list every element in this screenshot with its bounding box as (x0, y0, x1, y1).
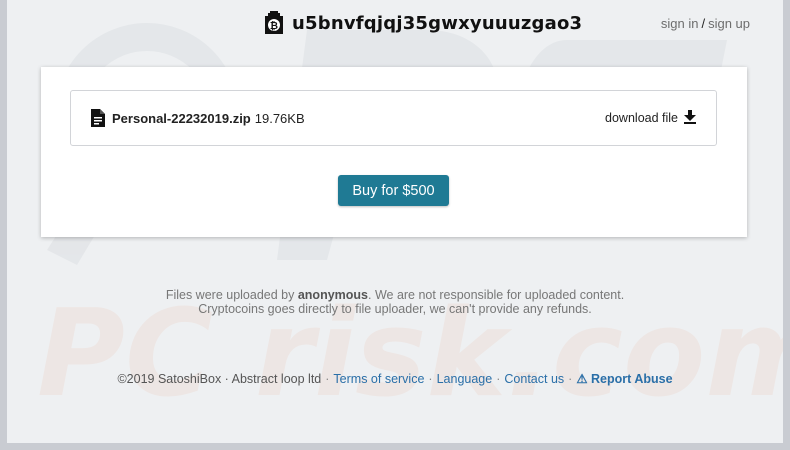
file-size: 19.76KB (254, 110, 305, 126)
document-icon (91, 109, 105, 127)
uploader-name: anonymous (297, 288, 368, 302)
disclaimer-line-1: Files were uploaded by anonymous. We are… (7, 288, 783, 302)
warning-icon: ⚠ (576, 372, 588, 386)
copyright: ©2019 SatoshiBox · Abstract loop ltd (117, 372, 322, 386)
contact-link[interactable]: Contact us (504, 372, 564, 386)
sign-in-link[interactable]: sign in (661, 16, 699, 31)
language-link[interactable]: Language (437, 372, 493, 386)
download-icon (684, 109, 696, 127)
bitcoin-box-icon: ₿ (261, 10, 287, 36)
download-label: download file (605, 111, 678, 125)
terms-link[interactable]: Terms of service (333, 372, 424, 386)
brand: ₿ u5bnvfqjqj35gwxyuuuzgao3 (261, 10, 582, 36)
footer: ©2019 SatoshiBox · Abstract loop ltd · Ter… (7, 371, 783, 386)
file-name: Personal-22232019.zip (112, 110, 251, 126)
disclaimer-prefix: Files were uploaded by (165, 288, 295, 302)
sign-up-link[interactable]: sign up (708, 16, 750, 31)
browser-page: PC risk.com ₿ u5bnvfqjqj35gwxyuuuzgao3 s… (7, 0, 783, 443)
header: ₿ u5bnvfqjqj35gwxyuuuzgao3 sign in / sign … (7, 0, 783, 50)
disclaimer-suffix: . We are not responsible for uploaded co… (368, 288, 625, 302)
download-file-button[interactable]: download file (605, 91, 696, 145)
file-row: Personal-22232019.zip 19.76KB download f… (70, 90, 717, 146)
buy-button[interactable]: Buy for $500 (338, 175, 449, 206)
report-abuse-label: Report Abuse (591, 372, 673, 386)
footer-separator: · (325, 372, 330, 386)
svg-text:₿: ₿ (270, 20, 278, 32)
footer-separator: · (428, 372, 433, 386)
auth-links: sign in / sign up (661, 16, 750, 31)
footer-separator: · (568, 372, 573, 386)
file-card: Personal-22232019.zip 19.76KB download f… (41, 67, 747, 237)
auth-separator: / (701, 16, 706, 31)
footer-separator: · (496, 372, 501, 386)
disclaimer: Files were uploaded by anonymous. We are… (7, 288, 783, 316)
report-abuse-link[interactable]: ⚠ Report Abuse (576, 372, 672, 386)
disclaimer-line-2: Cryptocoins goes directly to file upload… (198, 302, 592, 316)
page-title: u5bnvfqjqj35gwxyuuuzgao3 (292, 12, 583, 34)
